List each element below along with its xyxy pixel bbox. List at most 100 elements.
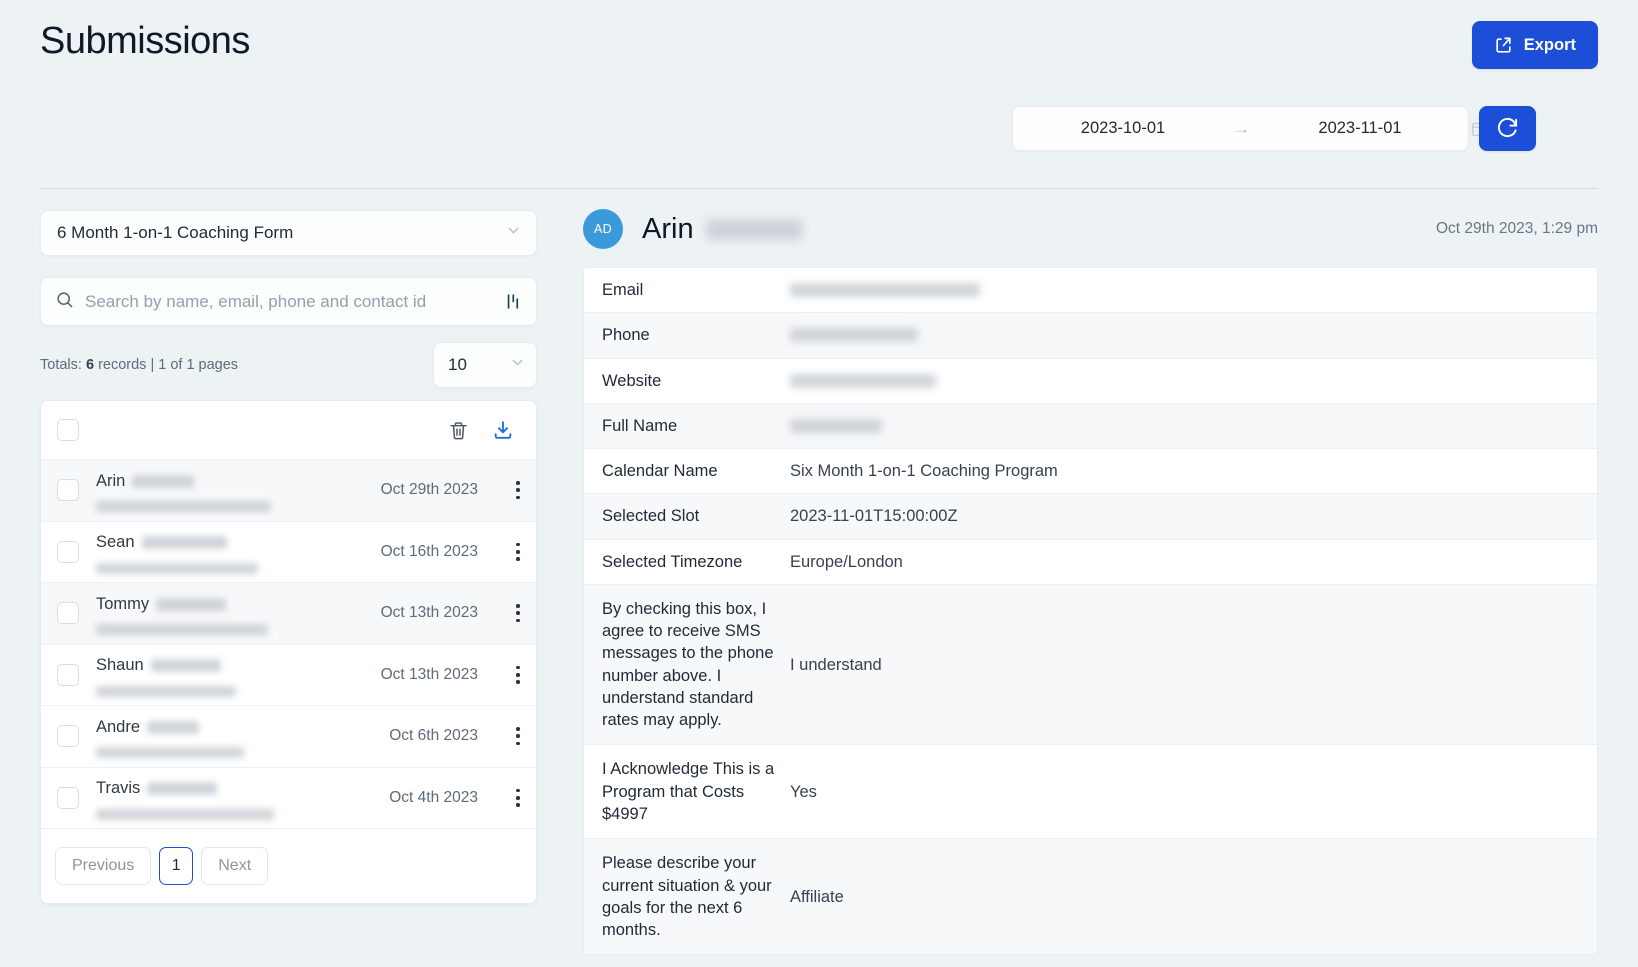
submission-detail-panel: AD Arin Oct 29th 2023, 1:29 pm Email Phon… — [583, 200, 1598, 956]
row-checkbox[interactable] — [57, 479, 79, 502]
row-email — [96, 498, 328, 512]
export-button[interactable]: Export — [1471, 21, 1598, 69]
export-share-icon — [1494, 36, 1513, 55]
row-menu-button[interactable] — [478, 665, 520, 684]
row-checkbox[interactable] — [57, 602, 79, 625]
detail-timestamp: Oct 29th 2023, 1:29 pm — [1436, 220, 1598, 237]
next-page-button[interactable]: Next — [201, 847, 269, 885]
row-content: Sean — [96, 533, 328, 574]
search-icon — [55, 290, 74, 314]
field-value — [784, 404, 1597, 448]
field-key: I Acknowledge This is a Program that Cos… — [602, 760, 775, 823]
row-date: Oct 13th 2023 — [380, 665, 478, 683]
date-from-input[interactable] — [1013, 119, 1233, 138]
row-menu-button[interactable] — [478, 604, 520, 623]
field-row: Calendar Name Six Month 1-on-1 Coaching P… — [584, 449, 1597, 495]
field-row: I Acknowledge This is a Program that Cos… — [584, 745, 1597, 840]
table-row[interactable]: Arin Oct 29th 2023 — [41, 460, 536, 522]
field-key: Full Name — [602, 416, 678, 435]
more-vertical-icon — [516, 542, 520, 561]
row-first-name: Arin — [96, 471, 126, 490]
row-checkbox[interactable] — [57, 786, 79, 809]
chevron-down-icon — [509, 354, 526, 376]
field-value — [784, 268, 1597, 312]
redacted-email — [96, 501, 271, 512]
table-row[interactable]: Andre Oct 6th 2023 — [41, 706, 536, 768]
row-date: Oct 16th 2023 — [380, 542, 478, 560]
download-icon[interactable] — [492, 419, 514, 441]
refresh-icon — [1496, 116, 1519, 142]
row-email — [96, 559, 328, 574]
field-key: Website — [602, 371, 662, 390]
row-menu-button[interactable] — [478, 727, 520, 746]
totals-prefix: Totals: — [40, 357, 82, 373]
more-vertical-icon — [516, 604, 520, 623]
previous-page-button[interactable]: Previous — [55, 847, 152, 885]
field-value: 2023-11-01T15:00:00Z — [790, 507, 958, 526]
row-name: Tommy — [96, 595, 328, 614]
row-menu-button[interactable] — [478, 542, 520, 561]
row-date: Oct 13th 2023 — [380, 604, 478, 622]
row-checkbox[interactable] — [57, 725, 79, 748]
sliders-filter-icon[interactable] — [503, 292, 522, 311]
row-checkbox[interactable] — [57, 663, 79, 686]
more-vertical-icon — [516, 665, 520, 684]
row-first-name: Tommy — [96, 594, 150, 613]
form-selector[interactable]: 6 Month 1-on-1 Coaching Form — [40, 210, 537, 256]
field-key: By checking this box, I agree to receive… — [602, 599, 774, 730]
row-content: Andre — [96, 717, 328, 758]
row-first-name: Travis — [96, 779, 141, 798]
row-content: Arin — [96, 471, 328, 512]
date-range-picker[interactable]: → — [1012, 106, 1487, 151]
table-row[interactable]: Shaun Oct 13th 2023 — [41, 645, 536, 706]
redacted-last-name — [147, 720, 200, 734]
redacted-last-name — [705, 218, 802, 240]
row-date: Oct 4th 2023 — [389, 788, 478, 806]
table-row[interactable]: Sean Oct 16th 2023 — [41, 522, 536, 583]
row-menu-button[interactable] — [478, 481, 520, 500]
redacted-email — [96, 562, 258, 574]
row-name: Shaun — [96, 656, 328, 675]
more-vertical-icon — [516, 481, 520, 500]
field-value — [784, 359, 1597, 403]
submissions-page: Submissions Export → — [0, 0, 1638, 967]
search-input[interactable] — [85, 291, 495, 312]
detail-contact-name: Arin — [642, 213, 802, 246]
field-row: Selected Timezone Europe/London — [584, 539, 1597, 585]
submissions-list: Arin Oct 29th 2023 Sean Oct 16th 2023 Tommy O… — [41, 460, 536, 829]
more-vertical-icon — [516, 788, 520, 807]
row-menu-button[interactable] — [478, 788, 520, 807]
trash-icon[interactable] — [448, 420, 469, 441]
date-to-input[interactable] — [1250, 119, 1470, 138]
row-first-name: Sean — [96, 533, 135, 552]
field-value: I understand — [790, 655, 882, 674]
row-first-name: Andre — [96, 717, 141, 736]
range-arrow-icon: → — [1233, 118, 1250, 138]
redacted-last-name — [156, 597, 227, 611]
redacted-email — [96, 808, 274, 820]
page-number-button[interactable]: 1 — [159, 847, 194, 885]
select-all-checkbox[interactable] — [57, 419, 79, 441]
avatar: AD — [583, 209, 623, 249]
refresh-button[interactable] — [1479, 106, 1536, 151]
redacted-value — [790, 283, 980, 298]
redacted-value — [790, 418, 882, 433]
row-content: Shaun — [96, 656, 328, 697]
field-row: Email — [584, 268, 1597, 314]
row-content: Tommy — [96, 595, 328, 635]
detail-header: AD Arin Oct 29th 2023, 1:29 pm — [583, 200, 1598, 258]
per-page-select[interactable]: 10 — [433, 342, 537, 388]
field-row: Phone — [584, 313, 1597, 359]
submission-fields-table: Email Phone Website Full Name Calendar Name S… — [583, 267, 1598, 956]
detail-contact-first-name: Arin — [642, 212, 694, 245]
submissions-sidebar: 6 Month 1-on-1 Coaching Form Totals: — [40, 210, 537, 904]
table-row[interactable]: Travis Oct 4th 2023 — [41, 768, 536, 829]
redacted-email — [96, 747, 244, 758]
row-checkbox[interactable] — [57, 540, 79, 563]
search-box[interactable] — [40, 277, 537, 326]
row-email — [96, 621, 328, 635]
pagination: Previous 1 Next — [41, 829, 536, 903]
table-row[interactable]: Tommy Oct 13th 2023 — [41, 583, 536, 645]
totals-label: Totals: 6 records | 1 of 1 pages — [40, 357, 238, 373]
redacted-last-name — [141, 536, 227, 550]
